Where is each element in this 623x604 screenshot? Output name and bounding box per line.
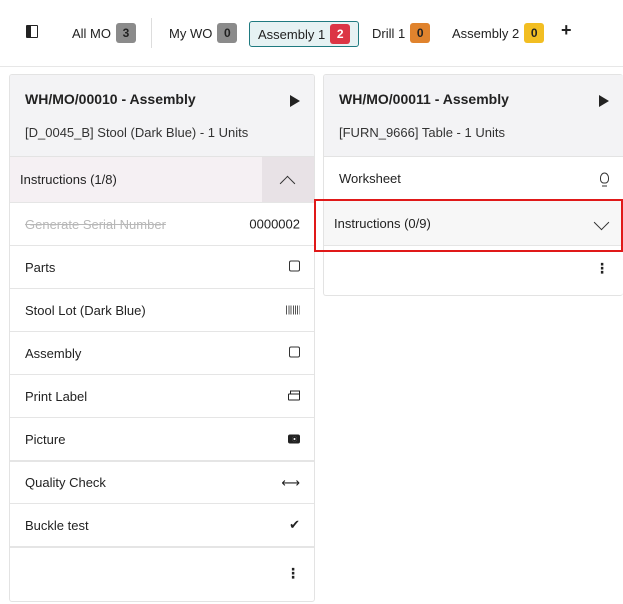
add-tab-button[interactable]: + <box>561 20 572 41</box>
step-row[interactable]: Stool Lot (Dark Blue) <box>10 289 314 332</box>
count-badge: 0 <box>410 23 431 43</box>
tab-label: My WO <box>169 25 213 41</box>
count-badge: 3 <box>116 23 136 43</box>
tab-all-mo[interactable]: All MO 3 <box>72 22 136 44</box>
step-row[interactable]: Picture <box>10 418 314 461</box>
step-label: Quality Check <box>25 475 106 490</box>
card-footer: ⋮ <box>324 246 623 295</box>
check-icon: ✔ <box>289 517 300 532</box>
step-label: Parts <box>25 259 56 275</box>
tab-assembly-2[interactable]: Assembly 2 0 <box>452 22 545 44</box>
worksheet-label: Worksheet <box>339 171 401 186</box>
step-value: 0000002 <box>249 216 300 232</box>
print-icon <box>288 390 300 401</box>
worksheet-row[interactable]: Worksheet <box>324 157 623 201</box>
play-icon[interactable] <box>290 95 300 107</box>
workorder-product: [D_0045_B] Stool (Dark Blue) - 1 Units <box>25 125 249 140</box>
step-label: Stool Lot (Dark Blue) <box>25 302 146 318</box>
card-footer: ⋮ <box>10 547 314 597</box>
divider <box>151 18 152 48</box>
workorder-title: WH/MO/00010 - Assembly <box>25 91 196 107</box>
count-badge: 2 <box>330 24 351 44</box>
camera-icon <box>288 434 300 444</box>
step-row[interactable]: Buckle test ✔ <box>10 504 314 547</box>
play-icon[interactable] <box>599 95 609 107</box>
count-badge: 0 <box>524 23 545 43</box>
chevron-up-icon <box>279 175 296 192</box>
workorder-card-2: WH/MO/00011 - Assembly [FURN_9666] Table… <box>323 74 623 296</box>
tab-assembly-1[interactable]: Assembly 1 2 <box>249 21 360 47</box>
step-row[interactable]: Print Label <box>10 375 314 418</box>
checkbox-icon <box>289 260 300 272</box>
step-row[interactable]: Generate Serial Number 0000002 <box>10 203 314 246</box>
sidebar-toggle-icon[interactable] <box>26 25 38 38</box>
checkbox-icon <box>289 346 300 358</box>
instructions-label: Instructions (0/9) <box>334 215 431 231</box>
workorder-title: WH/MO/00011 - Assembly <box>339 91 509 107</box>
collapse-button[interactable] <box>262 157 314 202</box>
lightbulb-icon <box>600 172 609 186</box>
instructions-label: Instructions (1/8) <box>20 172 117 187</box>
more-options-icon[interactable]: ⋮ <box>286 566 300 580</box>
step-row[interactable]: Parts <box>10 246 314 289</box>
barcode-icon <box>286 305 300 315</box>
step-row[interactable]: Assembly <box>10 332 314 375</box>
tab-label: Assembly 1 <box>258 26 326 42</box>
step-label: Buckle test <box>25 517 89 533</box>
count-badge: 0 <box>217 23 238 43</box>
step-label: Print Label <box>25 388 88 404</box>
tab-label: Assembly 2 <box>452 25 520 41</box>
top-tab-bar: All MO 3 My WO 0 Assembly 1 2 Drill 1 0 … <box>0 0 623 67</box>
step-label: Assembly <box>25 345 82 361</box>
arrows-horizontal-icon: ⟷ <box>281 474 300 490</box>
tab-drill-1[interactable]: Drill 1 0 <box>372 22 431 44</box>
step-row[interactable]: Quality Check ⟷ <box>10 461 314 504</box>
instructions-toggle[interactable]: Instructions (0/9) <box>324 201 623 246</box>
workorder-card-1: WH/MO/00010 - Assembly [D_0045_B] Stool … <box>9 74 315 602</box>
card-header[interactable]: WH/MO/00011 - Assembly [FURN_9666] Table… <box>324 75 623 157</box>
step-label: Generate Serial Number <box>25 216 166 232</box>
tab-label: Drill 1 <box>372 25 406 41</box>
card-header[interactable]: WH/MO/00010 - Assembly [D_0045_B] Stool … <box>10 75 314 157</box>
step-label: Picture <box>25 431 66 447</box>
more-options-icon[interactable]: ⋮ <box>595 261 609 275</box>
chevron-down-icon <box>593 214 610 231</box>
tab-label: All MO <box>72 25 111 41</box>
instructions-toggle[interactable]: Instructions (1/8) <box>10 157 314 203</box>
tab-my-wo[interactable]: My WO 0 <box>169 22 238 44</box>
workorder-product: [FURN_9666] Table - 1 Units <box>339 125 505 140</box>
